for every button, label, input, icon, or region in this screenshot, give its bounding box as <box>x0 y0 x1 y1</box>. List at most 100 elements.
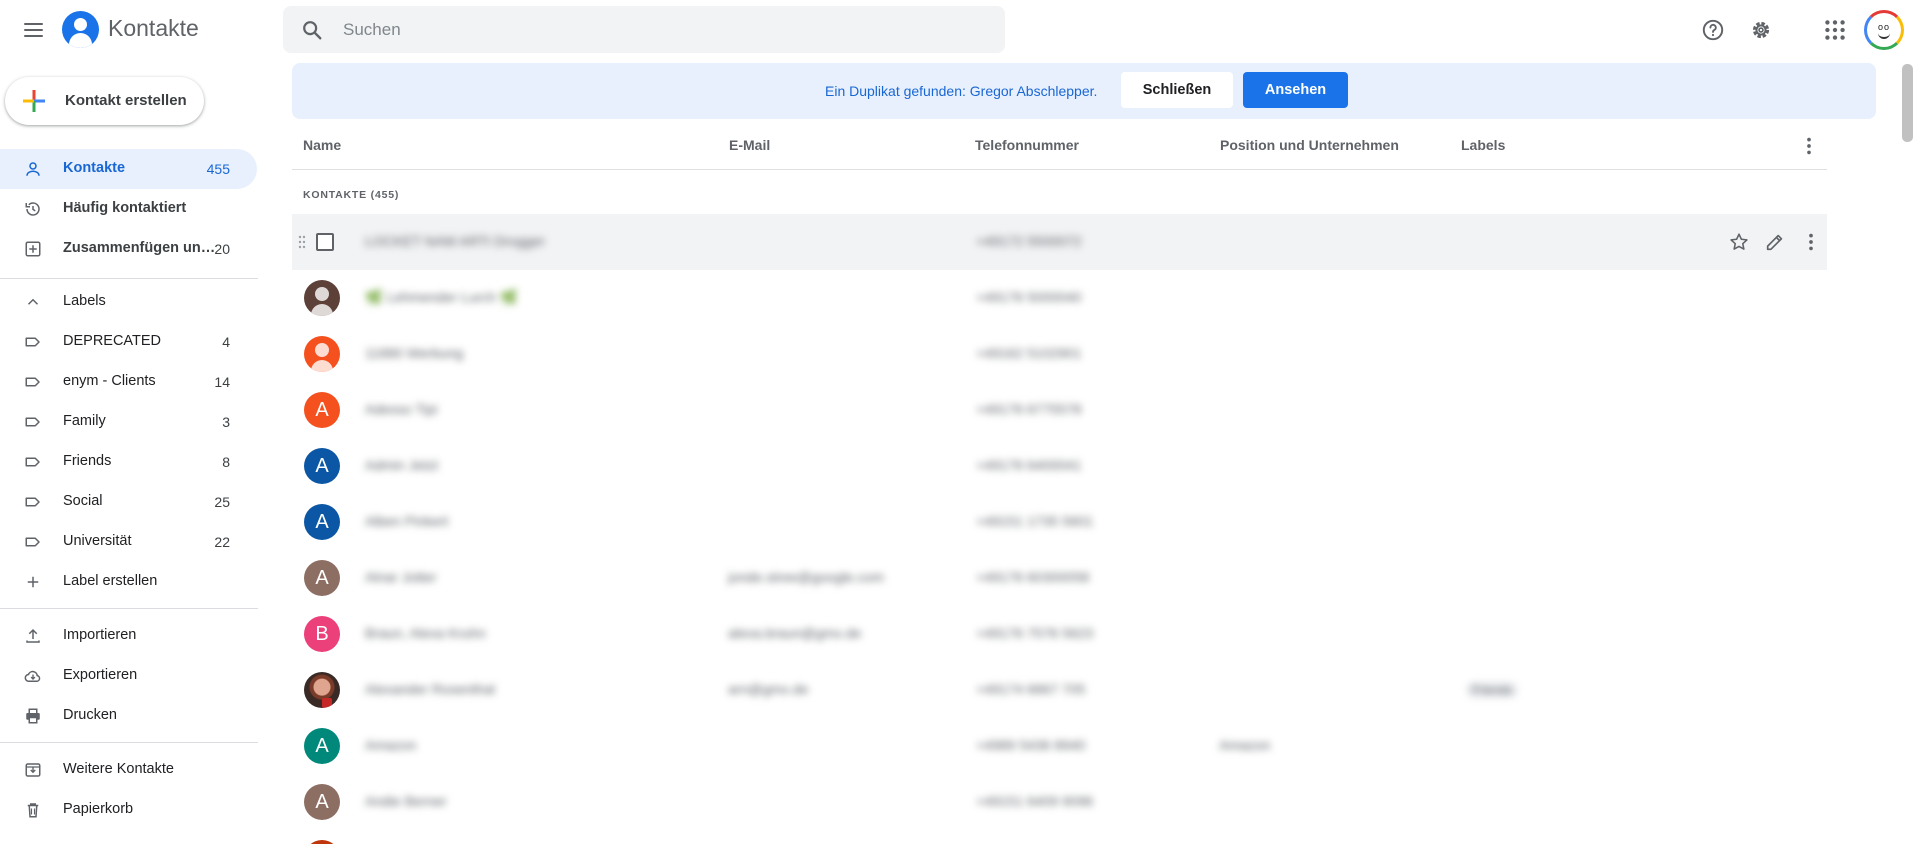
scrollbar[interactable] <box>1902 64 1913 142</box>
upload-icon <box>26 628 40 643</box>
table-row[interactable]: B Braun, Alexa Kruhn alexa.braun@gmx.de … <box>292 606 1827 662</box>
sidebar-item-label: Papierkorb <box>63 801 134 817</box>
sidebar-item-label: Drucken <box>63 707 117 723</box>
contact-email: alexa.braun@gmx.de <box>728 625 862 641</box>
avatar: A <box>304 504 340 540</box>
column-header-labels[interactable]: Labels <box>1461 137 1505 153</box>
contact-label-chip: Friends <box>1466 682 1519 698</box>
archive-icon <box>25 763 41 777</box>
table-row[interactable]: A Alnar Jotter jonde.stree@google.com +4… <box>292 550 1827 606</box>
edit-pencil-icon[interactable] <box>1764 231 1786 253</box>
contact-name: Alnar Jotter <box>365 569 437 585</box>
trash-icon <box>27 803 39 818</box>
avatar: A <box>304 728 340 764</box>
table-row[interactable] <box>292 830 1827 844</box>
create-label-button[interactable]: Label erstellen <box>0 562 257 602</box>
column-header-name[interactable]: Name <box>303 137 341 153</box>
gear-icon[interactable] <box>1748 17 1774 43</box>
star-icon[interactable] <box>1728 231 1750 253</box>
sidebar-item-label: Häufig kontaktiert <box>63 200 187 216</box>
column-header-position[interactable]: Position und Unternehmen <box>1220 137 1399 153</box>
labels-heading: Labels <box>63 293 106 309</box>
drag-handle-icon[interactable] <box>298 234 306 250</box>
app-title[interactable]: Kontakte <box>108 15 199 42</box>
row-checkbox[interactable] <box>316 233 334 251</box>
contact-phone: +49176 5000040 <box>976 289 1082 305</box>
contacts-logo-icon[interactable] <box>62 11 99 48</box>
avatar <box>304 280 340 316</box>
sidebar-label-deprecated[interactable]: DEPRECATED 4 <box>0 322 257 362</box>
contact-email: arn@gmx.de <box>728 681 809 697</box>
contact-name: LOCKET NAM ARTI Drogger <box>365 233 545 249</box>
sidebar-label-family[interactable]: Family 3 <box>0 402 257 442</box>
sidebar-item-label: Weitere Kontakte <box>63 761 174 777</box>
create-contact-label: Kontakt erstellen <box>65 92 187 109</box>
contact-phone: +49176 6775578 <box>976 401 1082 417</box>
sidebar-item-label: Zusammenfügen un… <box>63 240 216 256</box>
table-row[interactable]: A Andie Berner +49151 6409 9096 <box>292 774 1827 830</box>
sidebar-item-trash[interactable]: Papierkorb <box>0 790 257 830</box>
contact-phone: +49172 5500072 <box>976 233 1082 249</box>
table-row[interactable]: Alexander Rosenthal arn@gmx.de +49174 68… <box>292 662 1827 718</box>
contact-company: Amazon <box>1219 737 1271 753</box>
account-avatar[interactable]: oo <box>1864 10 1904 50</box>
contact-phone: +49174 6867 705 <box>976 681 1086 697</box>
contacts-app: Kontakte oo Kontakt erstellen Kontakte 4… <box>0 0 1915 844</box>
more-vert-icon[interactable] <box>1798 135 1820 157</box>
sidebar-item-import[interactable]: Importieren <box>0 616 257 656</box>
section-heading: KONTAKTE (455) <box>303 189 400 201</box>
sidebar: Kontakt erstellen Kontakte 455 Häufig ko… <box>0 60 258 844</box>
sidebar-item-label: Friends <box>63 453 112 469</box>
history-icon <box>25 202 40 216</box>
cloud-download-icon <box>24 670 41 682</box>
apps-grid-icon[interactable] <box>1822 17 1848 43</box>
column-header-phone[interactable]: Telefonnummer <box>975 137 1079 153</box>
search-icon[interactable] <box>301 19 323 41</box>
sidebar-label-social[interactable]: Social 25 <box>0 482 257 522</box>
table-row[interactable]: 11880 Werbung +49162 5102901 <box>292 326 1827 382</box>
sidebar-item-merge[interactable]: Zusammenfügen un… 20 <box>0 229 257 269</box>
contact-name: Admin Jetzt <box>365 457 439 473</box>
table-row[interactable]: A Amazon +4989 5436 8940 Amazon <box>292 718 1827 774</box>
sidebar-item-count: 8 <box>222 454 230 470</box>
column-header-email[interactable]: E-Mail <box>729 137 770 153</box>
search-bar[interactable] <box>283 6 1005 53</box>
table-row[interactable]: 🌿 Lehmender Lurch 🌿 +49176 5000040 <box>292 270 1827 326</box>
table-row[interactable]: A Adesso Tipi +49176 6775578 <box>292 382 1827 438</box>
person-icon <box>26 162 40 176</box>
avatar: B <box>304 616 340 652</box>
search-input[interactable] <box>343 6 983 53</box>
sidebar-item-frequent[interactable]: Häufig kontaktiert <box>0 189 257 229</box>
create-contact-button[interactable]: Kontakt erstellen <box>5 77 204 125</box>
sidebar-item-other-contacts[interactable]: Weitere Kontakte <box>0 750 257 790</box>
contact-phone: +49176 6400041 <box>976 457 1082 473</box>
sidebar-item-contacts[interactable]: Kontakte 455 <box>0 149 257 189</box>
contact-name: Braun, Alexa Kruhn <box>365 625 486 641</box>
label-icon <box>25 497 40 507</box>
table-row[interactable]: A Alben Pinkert +49151 1735 5601 <box>292 494 1827 550</box>
help-icon[interactable] <box>1700 17 1726 43</box>
sidebar-label-friends[interactable]: Friends 8 <box>0 442 257 482</box>
divider <box>0 742 258 743</box>
sidebar-item-count: 4 <box>222 334 230 350</box>
sidebar-label-universitaet[interactable]: Universität 22 <box>0 522 257 562</box>
contact-name: Adesso Tipi <box>365 401 438 417</box>
avatar: A <box>304 560 340 596</box>
sidebar-item-label: Importieren <box>63 627 137 643</box>
more-vert-icon[interactable] <box>1800 231 1822 253</box>
view-duplicate-button[interactable]: Ansehen <box>1243 72 1348 108</box>
table-row[interactable]: A Admin Jetzt +49176 6400041 <box>292 438 1827 494</box>
duplicate-message: Ein Duplikat gefunden: Gregor Abschleppe… <box>825 83 1098 99</box>
labels-toggle[interactable]: Labels <box>0 282 257 322</box>
dismiss-button[interactable]: Schließen <box>1121 72 1233 108</box>
avatar <box>304 336 340 372</box>
sidebar-label-enym-clients[interactable]: enym - Clients 14 <box>0 362 257 402</box>
sidebar-item-print[interactable]: Drucken <box>0 696 257 736</box>
plus-icon <box>27 576 39 588</box>
sidebar-item-label: Family <box>63 413 106 429</box>
sidebar-item-export[interactable]: Exportieren <box>0 656 257 696</box>
label-icon <box>25 537 40 547</box>
divider <box>0 608 258 609</box>
table-row[interactable]: LOCKET NAM ARTI Drogger +49172 5500072 <box>292 214 1827 270</box>
menu-icon[interactable] <box>17 14 49 46</box>
